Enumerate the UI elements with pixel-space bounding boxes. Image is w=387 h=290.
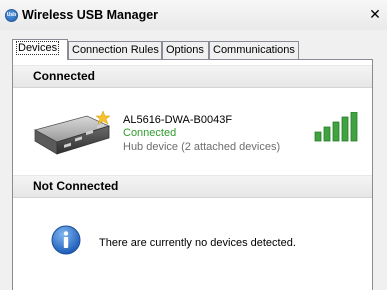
device-status: Connected — [123, 127, 177, 139]
tab-label: Communications — [213, 44, 295, 56]
devices-panel: Connected AL5616-DWA-B0043F Connected Hu… — [12, 59, 373, 290]
window-title: Wireless USB Manager — [22, 8, 159, 22]
close-icon: ✕ — [369, 6, 381, 22]
close-button[interactable]: ✕ — [367, 7, 383, 21]
device-name: AL5616-DWA-B0043F — [123, 114, 233, 126]
signal-strength-icon — [314, 112, 358, 142]
no-devices-message: There are currently no devices detected. — [99, 237, 296, 249]
title-bar: Usb Wireless USB Manager ✕ — [0, 0, 387, 30]
tab-connection-rules[interactable]: Connection Rules — [68, 41, 162, 59]
connected-section-header: Connected — [13, 65, 372, 88]
tab-label: Devices — [16, 41, 60, 55]
tab-options[interactable]: Options — [162, 41, 209, 59]
tab-label: Options — [166, 44, 204, 56]
device-description: Hub device (2 attached devices) — [123, 141, 281, 153]
tab-label: Connection Rules — [72, 44, 159, 56]
not-connected-section-header: Not Connected — [13, 175, 372, 198]
tab-devices[interactable]: Devices — [12, 39, 68, 60]
usb-app-icon[interactable]: Usb — [5, 9, 18, 22]
tab-communications[interactable]: Communications — [209, 41, 299, 59]
info-icon — [51, 225, 81, 255]
usb-hub-device-icon — [33, 110, 111, 155]
